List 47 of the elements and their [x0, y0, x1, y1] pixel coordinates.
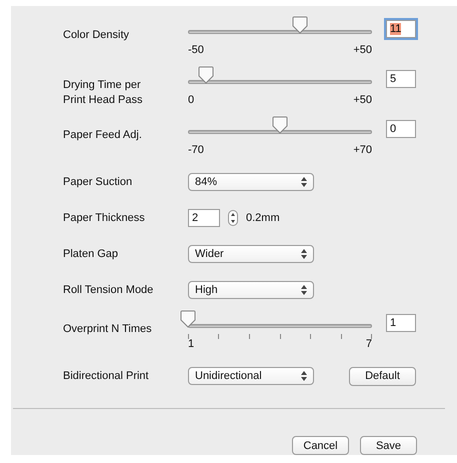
slider-thumb[interactable] — [180, 310, 196, 328]
value-field[interactable]: 0 — [386, 120, 416, 138]
setting-label: Roll Tension Mode — [63, 282, 154, 298]
slider-track[interactable] — [188, 130, 372, 134]
slider-max-label: 7 — [366, 338, 372, 350]
slider-min-label: 0 — [188, 94, 194, 106]
dialog-button[interactable]: Save — [360, 436, 417, 455]
stepper-icon[interactable] — [228, 210, 238, 226]
up-down-arrows-icon — [301, 371, 307, 381]
setting-label: Overprint N Times — [63, 322, 153, 337]
value-field[interactable]: 2 — [188, 209, 220, 227]
slider-min-label: -50 — [188, 44, 204, 56]
dialog-button[interactable]: Cancel — [292, 436, 349, 455]
slider-track[interactable] — [188, 30, 372, 34]
slider-min-label: 1 — [188, 338, 194, 350]
setting-label: Paper Thickness — [63, 210, 146, 226]
setting-label: Drying Time per Print Head Pass — [63, 78, 144, 108]
slider-track[interactable] — [188, 324, 372, 328]
slider-max-label: +70 — [353, 144, 372, 156]
up-down-arrows-icon — [301, 285, 307, 295]
popup-menu[interactable]: Wider — [188, 245, 314, 263]
slider-max-label: +50 — [353, 94, 372, 106]
slider-max-label: +50 — [353, 44, 372, 56]
setting-label: Platen Gap — [63, 246, 120, 262]
value-text: 11 — [390, 23, 402, 35]
value-field[interactable]: 11 — [386, 20, 416, 38]
value-field[interactable]: 1 — [386, 314, 416, 332]
value-text: 0 — [390, 123, 396, 135]
slider-thumb[interactable] — [198, 66, 214, 84]
slider-thumb[interactable] — [292, 16, 308, 34]
setting-label: Color Density — [63, 28, 130, 43]
popup-menu[interactable]: High — [188, 281, 314, 299]
unit-label: 0.2mm — [246, 212, 280, 224]
setting-label: Paper Suction — [63, 174, 134, 190]
value-text: 1 — [390, 317, 396, 329]
value-text: 5 — [390, 73, 396, 85]
slider-track[interactable] — [188, 80, 372, 84]
setting-label: Bidirectional Print — [63, 368, 150, 384]
popup-menu[interactable]: Unidirectional — [188, 367, 314, 385]
default-button[interactable]: Default — [349, 366, 416, 386]
setting-label: Paper Feed Adj. — [63, 128, 143, 143]
up-down-arrows-icon — [301, 249, 307, 259]
value-field[interactable]: 5 — [386, 70, 416, 88]
up-down-arrows-icon — [301, 177, 307, 187]
slider-thumb[interactable] — [272, 116, 288, 134]
slider-min-label: -70 — [188, 144, 204, 156]
popup-menu[interactable]: 84% — [188, 173, 314, 191]
